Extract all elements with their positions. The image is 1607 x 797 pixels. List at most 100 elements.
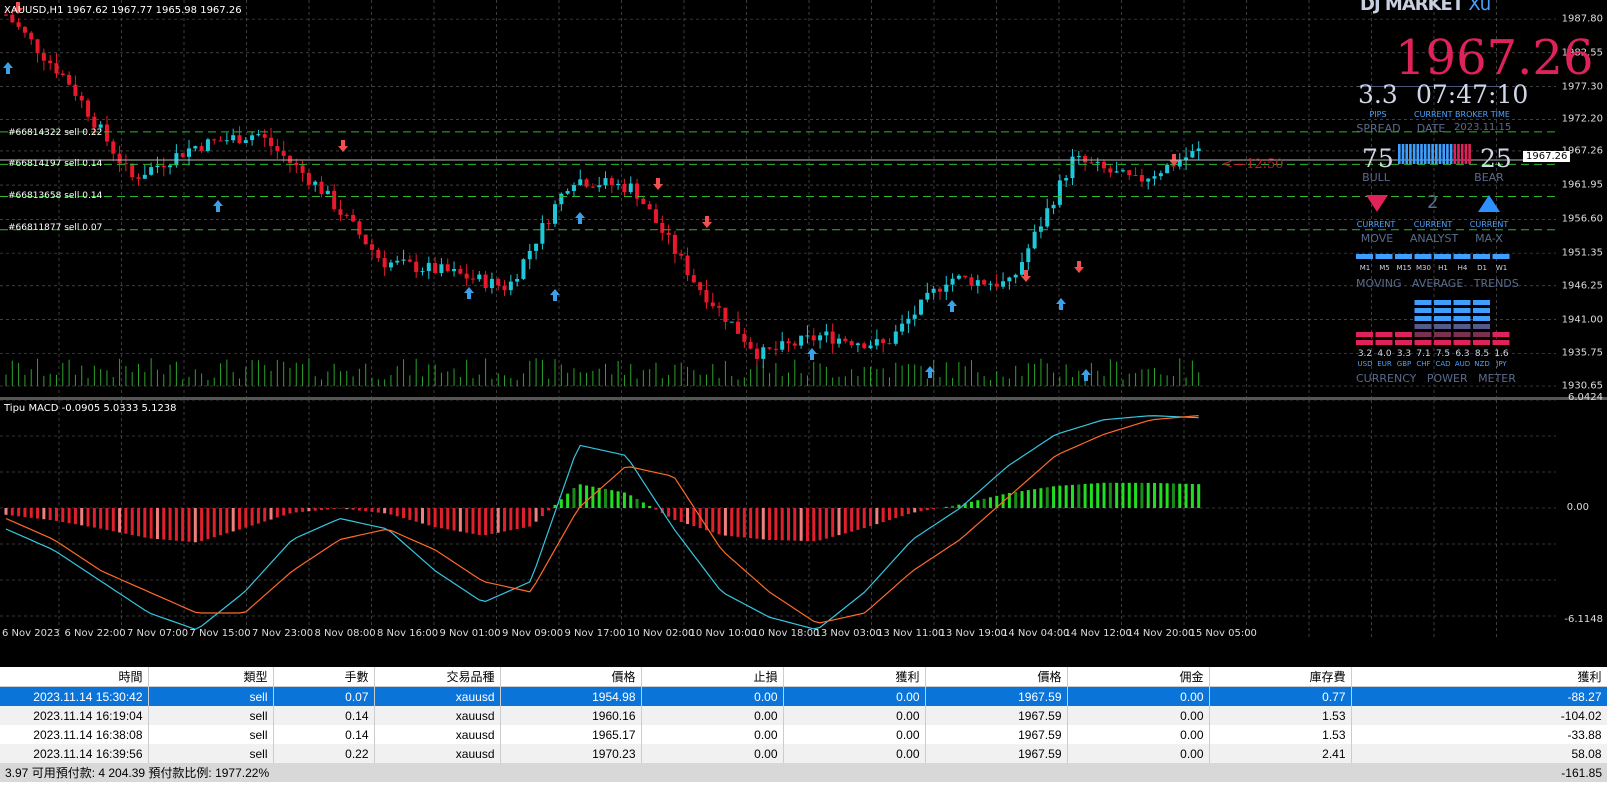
meter-bar xyxy=(1449,144,1453,164)
candle-body xyxy=(306,172,311,185)
candle-body xyxy=(900,323,905,332)
currency-value: 7.5 xyxy=(1435,349,1451,359)
time-axis-label: 14 Nov 20:00 xyxy=(1127,628,1195,639)
time-axis-label: 6 Nov 2023 xyxy=(2,628,60,639)
candle-body xyxy=(1127,170,1132,176)
widget-brand-suffix: Xu xyxy=(1468,0,1491,15)
candle-body xyxy=(881,339,886,344)
table-cell: 1967.59 xyxy=(925,706,1068,725)
price-axis-label: 1935.75 xyxy=(1561,347,1603,359)
time-axis[interactable]: 6 Nov 2023 6 Nov 22:00 7 Nov 07:00 7 Nov 15… xyxy=(0,628,1607,667)
table-cell: 0.00 xyxy=(641,686,784,706)
chart-grid xyxy=(0,0,1556,397)
currency-name: JPY xyxy=(1496,360,1507,368)
candle-body xyxy=(521,259,526,279)
order-label: #66814197 sell 0.14 xyxy=(8,159,103,169)
candle-body xyxy=(16,22,21,27)
macd-chart[interactable] xyxy=(0,400,1556,640)
candle-body xyxy=(433,262,438,273)
time-axis-label: 9 Nov 09:00 xyxy=(502,628,564,639)
table-cell: 1967.59 xyxy=(925,744,1068,763)
table-cell: xauusd xyxy=(374,744,501,763)
candle-body xyxy=(1133,175,1138,177)
meter-bar xyxy=(1412,144,1416,164)
candle-body xyxy=(376,249,381,259)
widget-bull-label: BULL xyxy=(1362,171,1390,184)
candle-body xyxy=(1019,262,1024,275)
table-cell: 2023.11.14 16:38:08 xyxy=(0,725,149,744)
candle-body xyxy=(906,318,911,324)
price-chart[interactable] xyxy=(0,0,1556,397)
candle-body xyxy=(161,165,166,168)
candle-body xyxy=(887,343,892,345)
time-axis-label: 10 Nov 18:00 xyxy=(752,628,820,639)
table-row[interactable]: 2023.11.14 16:38:08 sell 0.14 xauusd 1965.17… xyxy=(0,725,1607,744)
table-cell: sell xyxy=(148,706,274,725)
candle-body xyxy=(1196,148,1201,152)
candle-body xyxy=(1190,151,1195,158)
timeframe-label: D1 xyxy=(1477,264,1487,272)
meter-bar xyxy=(1438,144,1442,164)
column-header[interactable]: 庫存費 xyxy=(1209,667,1352,687)
candle-body xyxy=(553,204,558,224)
table-cell: 1960.16 xyxy=(500,706,642,725)
candle-body xyxy=(313,181,318,185)
macd-label: Tipu MACD -0.0905 5.0333 5.1238 xyxy=(4,403,177,414)
volume-bars xyxy=(5,358,1200,386)
macd-axis-top: 6.0424 xyxy=(1568,392,1603,403)
column-header[interactable]: 時間 xyxy=(0,667,149,687)
table-row[interactable]: 2023.11.14 16:39:56 sell 0.22 xauusd 1970.23… xyxy=(0,744,1607,763)
widget-spread-label: SPREAD xyxy=(1356,122,1401,135)
meter-bar xyxy=(1442,144,1445,164)
candle-body xyxy=(104,124,109,142)
widget-bull-value: 75 xyxy=(1362,144,1394,173)
widget-brand-text: DJ MARKET xyxy=(1360,0,1464,15)
price-axis-label: 1946.25 xyxy=(1561,280,1603,292)
price-axis-label: 1987.80 xyxy=(1561,13,1603,25)
candle-body xyxy=(1083,156,1088,163)
candle-body xyxy=(155,165,160,168)
widget-pips: 3.3 xyxy=(1358,80,1398,109)
table-row[interactable]: 2023.11.14 16:19:04 sell 0.14 xauusd 1960.16… xyxy=(0,706,1607,725)
time-axis-label: 8 Nov 08:00 xyxy=(314,628,376,639)
column-header[interactable]: 類型 xyxy=(148,667,274,687)
power-bar xyxy=(1473,324,1490,329)
trade-table[interactable]: 時間 類型 手數 交易品種 價格 止損 獲利 價格 佣金 庫存費 獲利 2023.11.14 15:… xyxy=(0,667,1607,797)
up-arrow-icon xyxy=(3,62,13,74)
candle-body xyxy=(969,277,974,286)
column-header[interactable]: 價格 xyxy=(925,667,1068,687)
column-header[interactable]: 止損 xyxy=(641,667,784,687)
candle-body xyxy=(420,271,425,273)
column-header[interactable]: 價格 xyxy=(500,667,642,687)
candle-body xyxy=(609,178,614,186)
time-axis-label: 13 Nov 03:00 xyxy=(814,628,882,639)
candle-body xyxy=(136,177,141,179)
candle-body xyxy=(193,146,198,149)
candle-body xyxy=(912,314,917,319)
column-header[interactable]: 佣金 xyxy=(1067,667,1210,687)
currency-value: 3.3 xyxy=(1396,349,1412,359)
meter-bar xyxy=(1416,144,1420,164)
table-cell: 1967.59 xyxy=(925,686,1068,706)
candle-body xyxy=(1177,160,1182,167)
candle-body xyxy=(616,183,621,186)
candle-body xyxy=(344,214,349,216)
table-row[interactable]: 2023.11.14 15:30:42 sell 0.07 xauusd 1954.98… xyxy=(0,686,1607,706)
widget-bear-label: BEAR xyxy=(1474,171,1504,184)
candle-body xyxy=(388,262,393,268)
power-bar xyxy=(1434,340,1451,345)
column-header[interactable]: 手數 xyxy=(273,667,375,687)
currency-value: 4.0 xyxy=(1377,349,1392,359)
table-cell: 0.77 xyxy=(1209,686,1352,706)
candle-body xyxy=(212,139,217,141)
timeframe-bar xyxy=(1395,254,1412,259)
down-arrow-icon xyxy=(653,178,663,190)
candle-countdown: <---12:50 xyxy=(1222,157,1284,172)
widget-current-mid: 2 xyxy=(1427,192,1439,213)
column-header[interactable]: 獲利 xyxy=(1351,667,1607,687)
candle-body xyxy=(1165,164,1170,174)
column-header[interactable]: 交易品種 xyxy=(374,667,501,687)
widget-move-label: MOVE xyxy=(1360,232,1394,245)
column-header[interactable]: 獲利 xyxy=(783,667,926,687)
down-arrow-icon xyxy=(338,140,348,152)
